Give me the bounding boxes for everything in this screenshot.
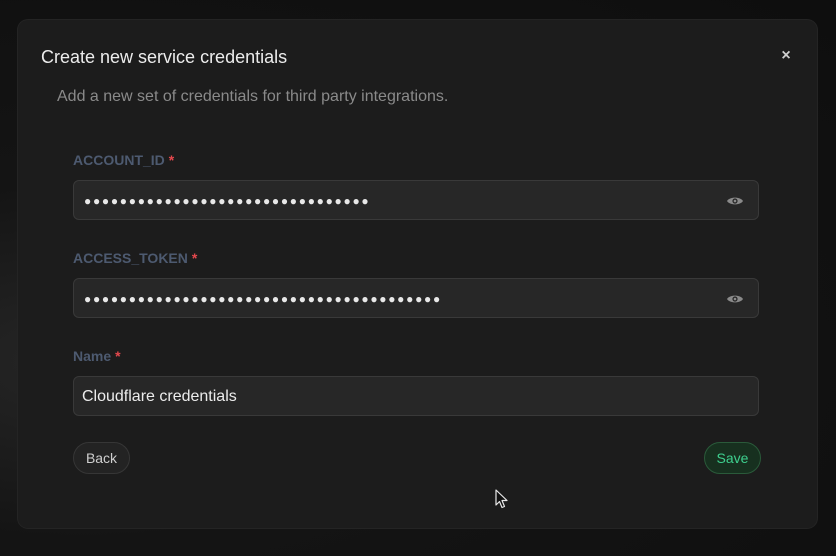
save-button[interactable]: Save: [704, 442, 761, 474]
close-button[interactable]: ×: [776, 46, 796, 66]
name-label-text: Name: [73, 348, 112, 364]
mouse-cursor-icon: [495, 489, 508, 509]
eye-icon: [727, 295, 743, 303]
close-icon: ×: [781, 47, 791, 64]
back-button[interactable]: Back: [73, 442, 130, 474]
access-token-masked-value: ●●●●●●●●●●●●●●●●●●●●●●●●●●●●●●●●●●●●●●●●: [84, 292, 442, 306]
required-indicator: *: [191, 250, 198, 266]
required-indicator: *: [115, 348, 121, 364]
credentials-dialog: Create new service credentials × Add a n…: [18, 20, 817, 528]
account-id-input[interactable]: ●●●●●●●●●●●●●●●●●●●●●●●●●●●●●●●●: [73, 180, 759, 220]
name-label: Name *: [73, 348, 121, 364]
access-token-label: ACCESS_TOKEN *: [73, 250, 197, 266]
account-id-masked-value: ●●●●●●●●●●●●●●●●●●●●●●●●●●●●●●●●: [84, 194, 371, 208]
dialog-subtitle: Add a new set of credentials for third p…: [57, 88, 449, 105]
toggle-visibility-button[interactable]: [726, 291, 744, 307]
name-field[interactable]: [73, 376, 759, 416]
dialog-title: Create new service credentials: [41, 47, 288, 67]
account-id-label: ACCOUNT_ID *: [73, 152, 174, 168]
access-token-input[interactable]: ●●●●●●●●●●●●●●●●●●●●●●●●●●●●●●●●●●●●●●●●: [73, 278, 759, 318]
eye-icon: [727, 197, 743, 205]
access-token-label-text: ACCESS_TOKEN: [73, 250, 188, 266]
account-id-label-text: ACCOUNT_ID: [73, 152, 165, 168]
toggle-visibility-button[interactable]: [726, 193, 744, 209]
required-indicator: *: [168, 152, 175, 168]
name-input[interactable]: [82, 388, 742, 406]
